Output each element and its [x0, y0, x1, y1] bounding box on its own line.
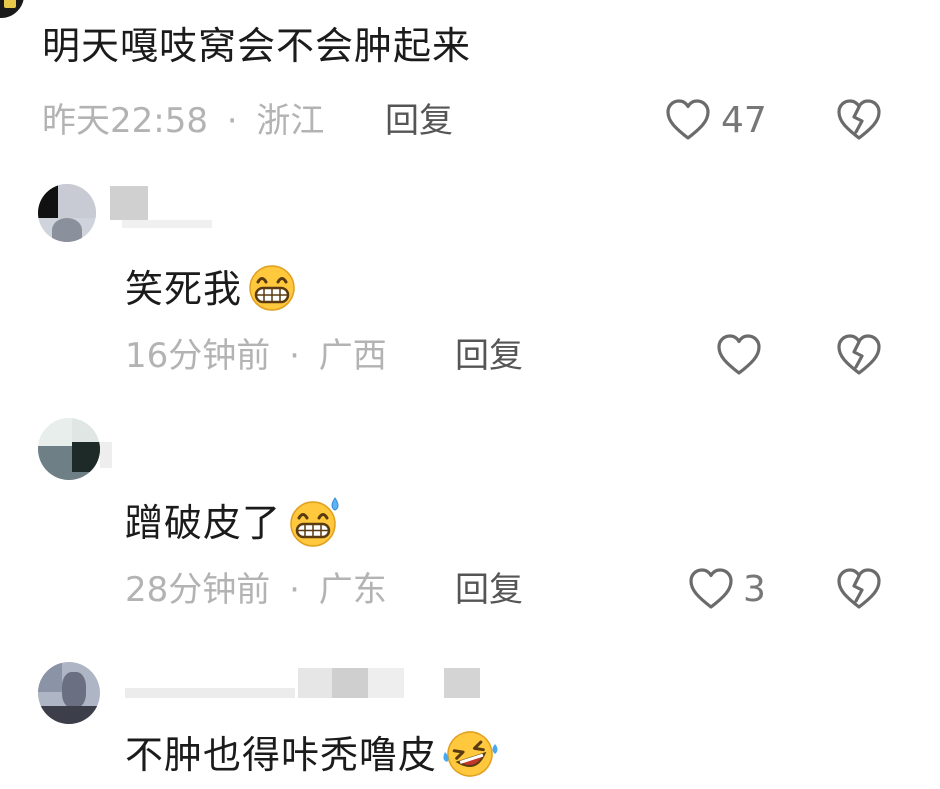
- comment-text: 不肿也得咔秃噜皮: [125, 726, 501, 789]
- comment-time: 昨天22:58: [42, 101, 208, 141]
- dislike-button[interactable]: [836, 333, 882, 377]
- comment-location: 浙江: [256, 101, 325, 141]
- heart-outline-icon: [689, 568, 733, 609]
- like-button[interactable]: [665, 98, 711, 142]
- username-redacted[interactable]: [110, 186, 148, 220]
- comment-text-label: 蹭破皮了: [125, 501, 282, 545]
- username-redacted: [122, 220, 212, 228]
- comment-meta: 16分钟前 · 广西: [125, 336, 387, 376]
- heart-outline-icon: [666, 99, 710, 140]
- broken-heart-icon: [837, 568, 881, 609]
- username-redacted: [332, 668, 368, 698]
- like-count: 47: [721, 100, 767, 141]
- grin-emoji: [244, 262, 300, 321]
- avatar[interactable]: [38, 662, 100, 724]
- reply-button[interactable]: 回复: [455, 336, 523, 376]
- meta-separator: ·: [289, 570, 300, 610]
- comment-text-label: 不肿也得咔秃噜皮: [125, 733, 438, 777]
- username-redacted: [444, 668, 480, 698]
- like-count: 3: [743, 569, 766, 610]
- comment-meta: 28分钟前 · 广东: [125, 570, 387, 610]
- username-redacted[interactable]: [100, 442, 112, 468]
- comment-text: 蹭破皮了: [125, 494, 345, 557]
- meta-separator: ·: [289, 336, 300, 376]
- broken-heart-icon: [837, 334, 881, 375]
- like-button[interactable]: [716, 333, 762, 377]
- comment-time: 28分钟前: [125, 570, 271, 610]
- comment-location: 广西: [318, 336, 387, 376]
- comment-time: 16分钟前: [125, 336, 271, 376]
- rolling-laugh-emoji: [439, 726, 501, 789]
- avatar[interactable]: [38, 184, 96, 242]
- reply-button[interactable]: 回复: [385, 101, 453, 141]
- comment-text-label: 笑死我: [125, 267, 243, 311]
- dislike-button[interactable]: [836, 98, 882, 142]
- comment-meta: 昨天22:58 · 浙江: [42, 101, 324, 141]
- avatar[interactable]: [0, 0, 24, 18]
- username-redacted: [368, 668, 404, 698]
- avatar[interactable]: [38, 418, 100, 480]
- heart-outline-icon: [717, 334, 761, 375]
- username-redacted: [298, 668, 332, 698]
- like-button[interactable]: [688, 567, 734, 611]
- dislike-button[interactable]: [836, 567, 882, 611]
- comment-text: 笑死我: [125, 262, 300, 321]
- broken-heart-icon: [837, 99, 881, 140]
- meta-separator: ·: [226, 101, 238, 141]
- grin-sweat-emoji: [283, 494, 345, 557]
- username-redacted[interactable]: [125, 688, 295, 698]
- reply-button[interactable]: 回复: [455, 570, 523, 610]
- comment-location: 广东: [318, 570, 387, 610]
- comment-text: 明天嘎吱窝会不会肿起来: [42, 24, 472, 68]
